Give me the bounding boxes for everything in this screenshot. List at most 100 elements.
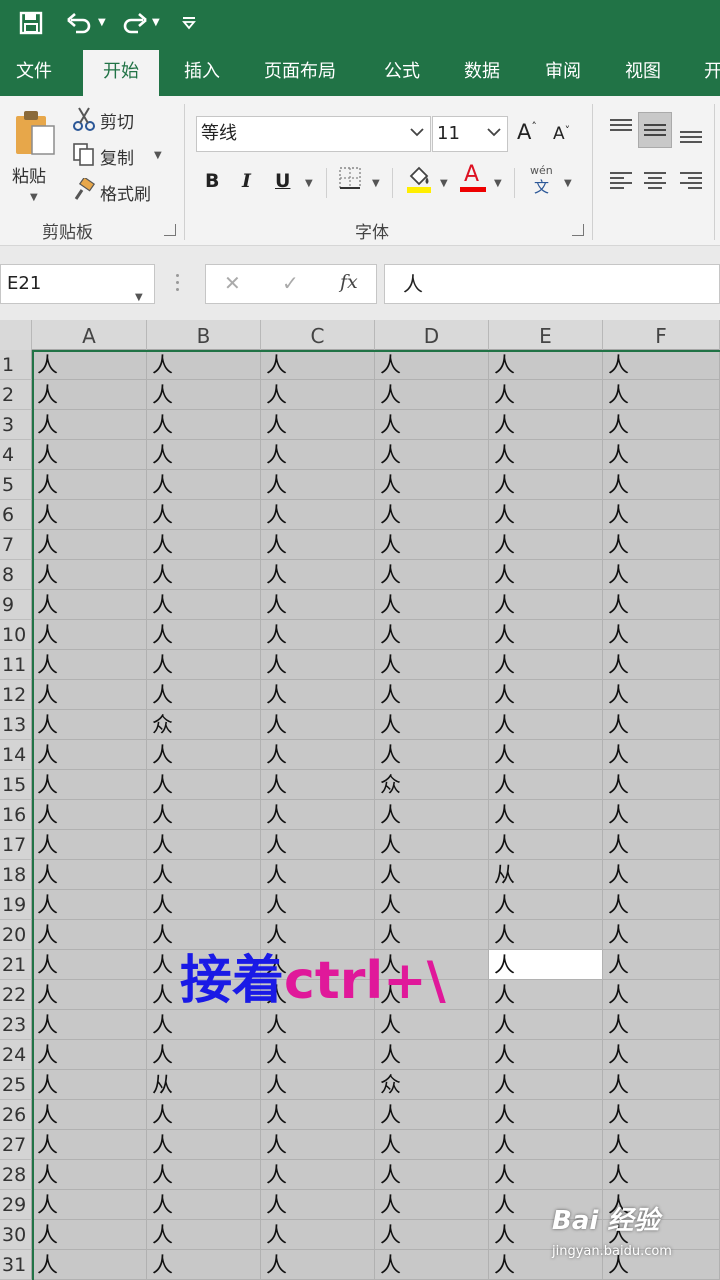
- cell-b6[interactable]: 人: [147, 500, 261, 530]
- cell-c5[interactable]: 人: [261, 470, 375, 500]
- cell-d7[interactable]: 人: [375, 530, 489, 560]
- row-header[interactable]: 7: [0, 530, 32, 560]
- cell-e25[interactable]: 人: [489, 1070, 603, 1100]
- cell-a16[interactable]: 人: [32, 800, 147, 830]
- cell-c9[interactable]: 人: [261, 590, 375, 620]
- font-size-select[interactable]: 11: [432, 116, 508, 152]
- cell-f23[interactable]: 人: [603, 1010, 720, 1040]
- row-header[interactable]: 30: [0, 1220, 32, 1250]
- column-header-a[interactable]: A: [32, 320, 147, 350]
- tab-formulas[interactable]: 公式: [382, 48, 422, 96]
- fill-color-dropdown-icon[interactable]: ▼: [440, 178, 448, 189]
- cell-d3[interactable]: 人: [375, 410, 489, 440]
- cell-b10[interactable]: 人: [147, 620, 261, 650]
- row-header[interactable]: 31: [0, 1250, 32, 1280]
- tab-data[interactable]: 数据: [462, 48, 502, 96]
- cell-d4[interactable]: 人: [375, 440, 489, 470]
- cell-a8[interactable]: 人: [32, 560, 147, 590]
- cell-b16[interactable]: 人: [147, 800, 261, 830]
- cell-c11[interactable]: 人: [261, 650, 375, 680]
- bold-button[interactable]: B: [205, 170, 219, 192]
- cell-a25[interactable]: 人: [32, 1070, 147, 1100]
- row-header[interactable]: 11: [0, 650, 32, 680]
- tab-file[interactable]: 文件: [14, 48, 54, 96]
- cell-c24[interactable]: 人: [261, 1040, 375, 1070]
- cell-a24[interactable]: 人: [32, 1040, 147, 1070]
- formula-input[interactable]: 人: [384, 264, 720, 304]
- cell-a23[interactable]: 人: [32, 1010, 147, 1040]
- cell-f14[interactable]: 人: [603, 740, 720, 770]
- cell-a18[interactable]: 人: [32, 860, 147, 890]
- cell-a4[interactable]: 人: [32, 440, 147, 470]
- cell-b26[interactable]: 人: [147, 1100, 261, 1130]
- align-center-button[interactable]: [640, 166, 670, 196]
- cell-c25[interactable]: 人: [261, 1070, 375, 1100]
- row-header[interactable]: 8: [0, 560, 32, 590]
- row-header[interactable]: 4: [0, 440, 32, 470]
- cell-b29[interactable]: 人: [147, 1190, 261, 1220]
- cell-d26[interactable]: 人: [375, 1100, 489, 1130]
- cell-e12[interactable]: 人: [489, 680, 603, 710]
- cell-b9[interactable]: 人: [147, 590, 261, 620]
- cell-e2[interactable]: 人: [489, 380, 603, 410]
- cell-b5[interactable]: 人: [147, 470, 261, 500]
- cell-a28[interactable]: 人: [32, 1160, 147, 1190]
- undo-dropdown-icon[interactable]: ▼: [98, 18, 106, 28]
- font-color-dropdown-icon[interactable]: ▼: [494, 178, 502, 189]
- underline-button[interactable]: U: [275, 170, 290, 192]
- cell-a31[interactable]: 人: [32, 1250, 147, 1280]
- cell-e26[interactable]: 人: [489, 1100, 603, 1130]
- cell-c7[interactable]: 人: [261, 530, 375, 560]
- cell-f1[interactable]: 人: [603, 350, 720, 380]
- cell-f16[interactable]: 人: [603, 800, 720, 830]
- cell-c2[interactable]: 人: [261, 380, 375, 410]
- row-header[interactable]: 22: [0, 980, 32, 1010]
- cell-d16[interactable]: 人: [375, 800, 489, 830]
- cell-e7[interactable]: 人: [489, 530, 603, 560]
- cell-d6[interactable]: 人: [375, 500, 489, 530]
- cell-a10[interactable]: 人: [32, 620, 147, 650]
- clipboard-launcher-icon[interactable]: [164, 224, 176, 236]
- row-header[interactable]: 15: [0, 770, 32, 800]
- cell-c13[interactable]: 人: [261, 710, 375, 740]
- cell-d18[interactable]: 人: [375, 860, 489, 890]
- cell-d31[interactable]: 人: [375, 1250, 489, 1280]
- cell-e27[interactable]: 人: [489, 1130, 603, 1160]
- cell-e22[interactable]: 人: [489, 980, 603, 1010]
- cell-a14[interactable]: 人: [32, 740, 147, 770]
- row-header[interactable]: 2: [0, 380, 32, 410]
- cell-c6[interactable]: 人: [261, 500, 375, 530]
- tab-home[interactable]: 开始: [83, 50, 159, 96]
- cell-f28[interactable]: 人: [603, 1160, 720, 1190]
- cancel-icon[interactable]: ✕: [224, 271, 241, 295]
- redo-button[interactable]: ▼: [120, 8, 160, 38]
- cell-f4[interactable]: 人: [603, 440, 720, 470]
- row-header[interactable]: 27: [0, 1130, 32, 1160]
- enter-icon[interactable]: ✓: [282, 271, 299, 295]
- cell-d12[interactable]: 人: [375, 680, 489, 710]
- font-name-select[interactable]: 等线: [196, 116, 431, 152]
- select-all-corner[interactable]: [0, 320, 32, 350]
- cell-d13[interactable]: 人: [375, 710, 489, 740]
- cell-b11[interactable]: 人: [147, 650, 261, 680]
- redo-dropdown-icon[interactable]: ▼: [152, 18, 160, 28]
- cell-b4[interactable]: 人: [147, 440, 261, 470]
- cell-c31[interactable]: 人: [261, 1250, 375, 1280]
- cell-c16[interactable]: 人: [261, 800, 375, 830]
- cell-d14[interactable]: 人: [375, 740, 489, 770]
- cell-f19[interactable]: 人: [603, 890, 720, 920]
- italic-button[interactable]: I: [242, 170, 251, 192]
- underline-dropdown-icon[interactable]: ▼: [305, 178, 313, 189]
- cell-f2[interactable]: 人: [603, 380, 720, 410]
- tab-view[interactable]: 视图: [623, 48, 663, 96]
- cell-e10[interactable]: 人: [489, 620, 603, 650]
- cell-a22[interactable]: 人: [32, 980, 147, 1010]
- cell-c4[interactable]: 人: [261, 440, 375, 470]
- row-header[interactable]: 29: [0, 1190, 32, 1220]
- cell-b24[interactable]: 人: [147, 1040, 261, 1070]
- cell-c27[interactable]: 人: [261, 1130, 375, 1160]
- name-box[interactable]: E21 ▼: [0, 264, 155, 304]
- cell-c17[interactable]: 人: [261, 830, 375, 860]
- cell-e17[interactable]: 人: [489, 830, 603, 860]
- cell-f22[interactable]: 人: [603, 980, 720, 1010]
